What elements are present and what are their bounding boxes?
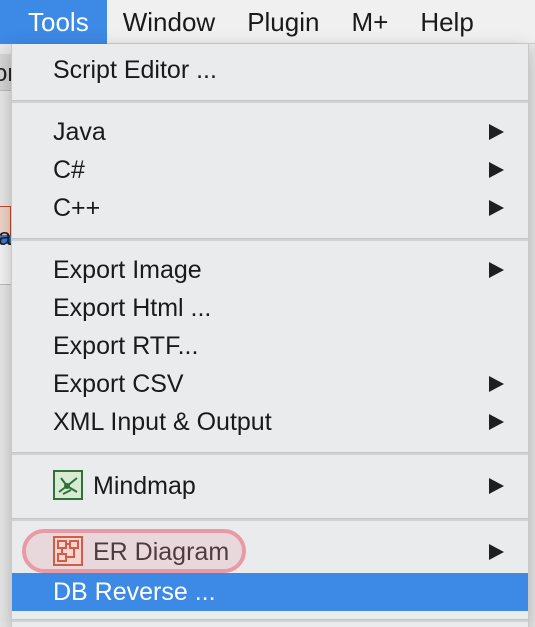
menu-item-label: C# xyxy=(53,156,85,184)
menu-item-label: Export RTF... xyxy=(53,332,199,360)
er-diagram-icon xyxy=(53,536,83,566)
menu-item-label: Export CSV xyxy=(53,370,184,398)
menu-item-label: ER Diagram xyxy=(93,538,230,566)
menu-separator xyxy=(12,619,528,622)
menu-item-label: Export Html ... xyxy=(53,294,212,322)
menu-item-export-image[interactable]: Export Image xyxy=(12,251,528,289)
submenu-arrow-icon xyxy=(489,162,504,178)
menu-separator xyxy=(12,238,528,241)
submenu-arrow-icon xyxy=(489,262,504,278)
menu-separator xyxy=(12,452,528,455)
menu-item-label: Java xyxy=(53,118,106,146)
menu-item-export-csv[interactable]: Export CSV xyxy=(12,365,528,403)
background-text: a xyxy=(0,224,12,251)
mindmap-icon xyxy=(53,470,83,500)
menu-item-xml-input-output[interactable]: XML Input & Output xyxy=(12,403,528,441)
tools-dropdown-menu: Script Editor ... Java C# C++ Export Ima… xyxy=(11,44,529,627)
menu-item-db-reverse[interactable]: DB Reverse ... xyxy=(12,573,528,611)
menu-mplus[interactable]: M+ xyxy=(335,0,404,44)
menu-plugin[interactable]: Plugin xyxy=(231,0,335,44)
submenu-arrow-icon xyxy=(489,544,504,560)
submenu-arrow-icon xyxy=(489,478,504,494)
menu-item-export-html[interactable]: Export Html ... xyxy=(12,289,528,327)
menu-item-export-rtf[interactable]: Export RTF... xyxy=(12,327,528,365)
menu-window[interactable]: Window xyxy=(107,0,231,44)
menu-item-java[interactable]: Java xyxy=(12,113,528,151)
submenu-arrow-icon xyxy=(489,414,504,430)
menu-item-cpp[interactable]: C++ xyxy=(12,189,528,227)
submenu-arrow-icon xyxy=(489,376,504,392)
menu-item-label: Script Editor ... xyxy=(53,56,217,84)
menu-item-label: DB Reverse ... xyxy=(53,578,216,606)
menu-help[interactable]: Help xyxy=(404,0,489,44)
menu-separator xyxy=(12,518,528,521)
menu-tools[interactable]: Tools xyxy=(0,0,107,44)
submenu-arrow-icon xyxy=(489,124,504,140)
menu-bar: Tools Window Plugin M+ Help xyxy=(0,0,535,44)
menu-item-label: XML Input & Output xyxy=(53,408,272,436)
menu-item-script-editor[interactable]: Script Editor ... xyxy=(12,51,528,89)
menu-item-er-diagram[interactable]: ER Diagram xyxy=(12,533,528,571)
menu-item-csharp[interactable]: C# xyxy=(12,151,528,189)
menu-item-mindmap[interactable]: Mindmap xyxy=(12,467,528,505)
menu-item-label: Mindmap xyxy=(93,472,196,500)
menu-item-label: C++ xyxy=(53,194,101,222)
submenu-arrow-icon xyxy=(489,200,504,216)
menu-separator xyxy=(12,100,528,103)
menu-item-label: Export Image xyxy=(53,256,202,284)
